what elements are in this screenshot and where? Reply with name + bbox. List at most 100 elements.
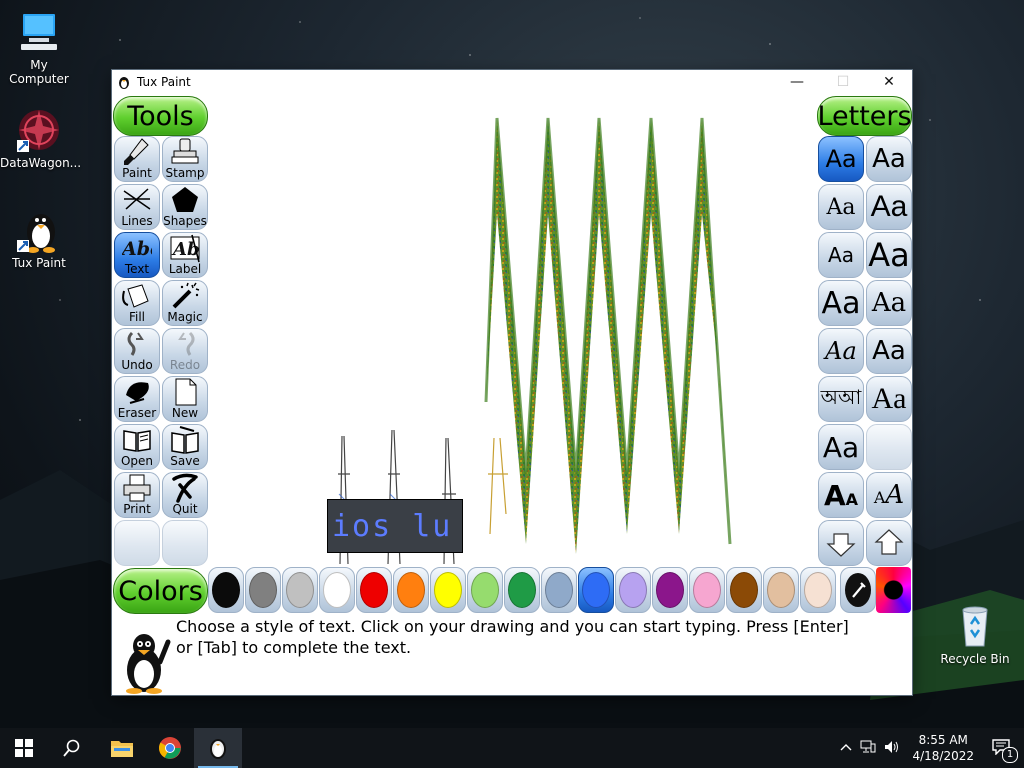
eyedropper-icon	[845, 573, 871, 607]
start-button[interactable]	[0, 728, 48, 768]
tool-label: Quit	[172, 502, 198, 516]
color-swatch[interactable]	[467, 567, 503, 613]
color-swatch[interactable]	[504, 567, 540, 613]
tool-shapes-button[interactable]: Shapes	[162, 184, 208, 230]
tool-lines-button[interactable]: Lines	[114, 184, 160, 230]
clock[interactable]: 8:55 AM 4/18/2022	[904, 732, 982, 764]
search-button[interactable]	[48, 728, 96, 768]
color-swatch[interactable]	[763, 567, 799, 613]
font-style-button[interactable]: Aa	[866, 184, 912, 230]
desktop-icon-datawagon[interactable]: DataWagon...	[0, 106, 82, 170]
font-style-button[interactable]: Aa	[818, 232, 864, 278]
color-swatch[interactable]	[689, 567, 725, 613]
tux-paint-taskbar-button[interactable]	[194, 728, 242, 768]
taskbar: 8:55 AM 4/18/2022 1	[0, 728, 1024, 768]
color-swatch[interactable]	[652, 567, 688, 613]
color-dot	[693, 572, 721, 608]
font-style-button[interactable]: Aa	[818, 136, 864, 182]
open-book-icon	[115, 425, 159, 455]
color-swatch[interactable]	[208, 567, 244, 613]
clock-time: 8:55 AM	[918, 733, 968, 747]
letters-header: Letters	[817, 96, 912, 136]
color-swatch[interactable]	[800, 567, 836, 613]
desktop-icon-tux-paint[interactable]: Tux Paint	[0, 206, 78, 270]
font-style-button[interactable]: অআ	[818, 376, 864, 422]
tool-fill-button[interactable]: Fill	[114, 280, 160, 326]
color-swatch[interactable]	[726, 567, 762, 613]
color-picker-button[interactable]	[840, 567, 876, 613]
rainbow-color-button[interactable]	[876, 567, 911, 613]
color-swatch[interactable]	[245, 567, 281, 613]
color-swatch[interactable]	[282, 567, 318, 613]
network-icon[interactable]	[856, 740, 880, 757]
maximize-button[interactable]: ☐	[820, 70, 866, 94]
tool-stamp-button[interactable]: Stamp	[162, 136, 208, 182]
color-swatch[interactable]	[319, 567, 355, 613]
desktop-icon-label: DataWagon...	[0, 156, 82, 170]
font-style-button[interactable]: Aa	[866, 232, 912, 278]
color-swatch[interactable]	[615, 567, 651, 613]
tool-text-button[interactable]: Abc Text	[114, 232, 160, 278]
font-style-button[interactable]: Aa	[866, 136, 912, 182]
minimize-button[interactable]: —	[774, 70, 820, 94]
tool-label: New	[171, 406, 199, 420]
zigzag-stroke	[486, 118, 730, 554]
close-button[interactable]: ✕	[866, 70, 912, 94]
tool-redo-button[interactable]: Redo	[162, 328, 208, 374]
chrome-button[interactable]	[146, 728, 194, 768]
color-dot	[212, 572, 240, 608]
color-swatch[interactable]	[541, 567, 577, 613]
tool-label: Magic	[167, 310, 203, 324]
tool-open-button[interactable]: Open	[114, 424, 160, 470]
tool-paint-button[interactable]: Paint	[114, 136, 160, 182]
chevron-up-icon[interactable]	[836, 741, 856, 755]
notification-center-button[interactable]: 1	[982, 738, 1024, 763]
font-style-button[interactable]: Aa	[866, 376, 912, 422]
title-bar[interactable]: Tux Paint — ☐ ✕	[112, 70, 912, 94]
text-entry-box[interactable]: ios lu	[327, 499, 463, 553]
folder-icon	[111, 741, 133, 757]
text-abc-icon: Abc	[115, 233, 159, 263]
font-sample: Aa	[826, 194, 856, 220]
tool-new-button[interactable]: New	[162, 376, 208, 422]
text-smaller-button[interactable]: AA	[818, 472, 864, 518]
font-style-button[interactable]: Aa	[818, 328, 864, 374]
color-dot	[767, 572, 795, 608]
color-swatch[interactable]	[356, 567, 392, 613]
scroll-down-button[interactable]	[818, 520, 864, 566]
tool-print-button[interactable]: Print	[114, 472, 160, 518]
volume-icon[interactable]	[880, 740, 904, 757]
font-style-button[interactable]: Aa	[866, 280, 912, 326]
new-page-icon	[163, 377, 207, 407]
font-sample: Aa	[828, 243, 854, 267]
tool-empty-slot	[162, 520, 208, 566]
color-dot	[360, 572, 388, 608]
desktop-icon-recycle-bin[interactable]: Recycle Bin	[936, 602, 1014, 666]
font-style-button[interactable]: Aa	[818, 424, 864, 470]
color-dot	[397, 572, 425, 608]
color-swatch[interactable]	[578, 567, 614, 613]
color-swatch[interactable]	[430, 567, 466, 613]
tool-magic-button[interactable]: Magic	[162, 280, 208, 326]
font-sample: Aa	[870, 190, 908, 223]
font-style-button[interactable]: Aa	[866, 328, 912, 374]
tool-label: Eraser	[117, 406, 157, 420]
color-dot	[730, 572, 758, 608]
scroll-up-button[interactable]	[866, 520, 912, 566]
color-swatch[interactable]	[393, 567, 429, 613]
font-style-button[interactable]: Aa	[818, 184, 864, 230]
tool-undo-button[interactable]: Undo	[114, 328, 160, 374]
desktop-icon-my-computer[interactable]: My Computer	[0, 8, 78, 86]
desktop-icon-label: Recycle Bin	[940, 652, 1010, 666]
tool-eraser-button[interactable]: Eraser	[114, 376, 160, 422]
letters-empty-slot	[866, 424, 912, 470]
tool-label: Stamp	[165, 166, 205, 180]
computer-icon	[15, 8, 63, 56]
drawing-canvas[interactable]: ios lu	[208, 94, 816, 568]
tool-quit-button[interactable]: Quit	[162, 472, 208, 518]
tool-label-button[interactable]: Ab Label	[162, 232, 208, 278]
font-style-button[interactable]: Aa	[818, 280, 864, 326]
file-explorer-button[interactable]	[98, 728, 146, 768]
tool-save-button[interactable]: Save	[162, 424, 208, 470]
text-bigger-button[interactable]: AA	[866, 472, 912, 518]
